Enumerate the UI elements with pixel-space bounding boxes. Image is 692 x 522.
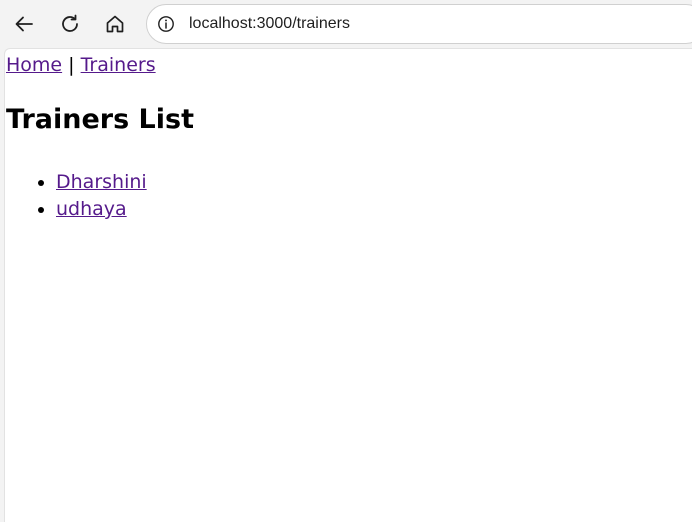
trainer-link[interactable]: Dharshini [56, 171, 147, 193]
reload-button[interactable] [54, 8, 86, 40]
home-link[interactable]: Home [6, 54, 62, 76]
home-button[interactable] [99, 8, 131, 40]
nav-separator: | [68, 54, 75, 76]
reload-icon [59, 13, 81, 35]
address-bar[interactable]: localhost:3000/trainers [146, 4, 692, 44]
list-item: udhaya [56, 196, 147, 223]
url-text[interactable]: localhost:3000/trainers [189, 15, 350, 33]
page-title: Trainers List [6, 104, 194, 135]
trainers-list: Dharshini udhaya [6, 169, 147, 223]
browser-toolbar: localhost:3000/trainers [0, 0, 692, 48]
info-icon[interactable] [157, 15, 175, 33]
page-viewport: Home | Trainers Trainers List Dharshini … [4, 48, 692, 522]
home-icon [104, 13, 126, 35]
list-item: Dharshini [56, 169, 147, 196]
top-navigation: Home | Trainers [6, 53, 156, 77]
back-button[interactable] [8, 8, 40, 40]
trainer-link[interactable]: udhaya [56, 198, 127, 220]
back-arrow-icon [13, 13, 35, 35]
trainers-link[interactable]: Trainers [81, 54, 156, 76]
